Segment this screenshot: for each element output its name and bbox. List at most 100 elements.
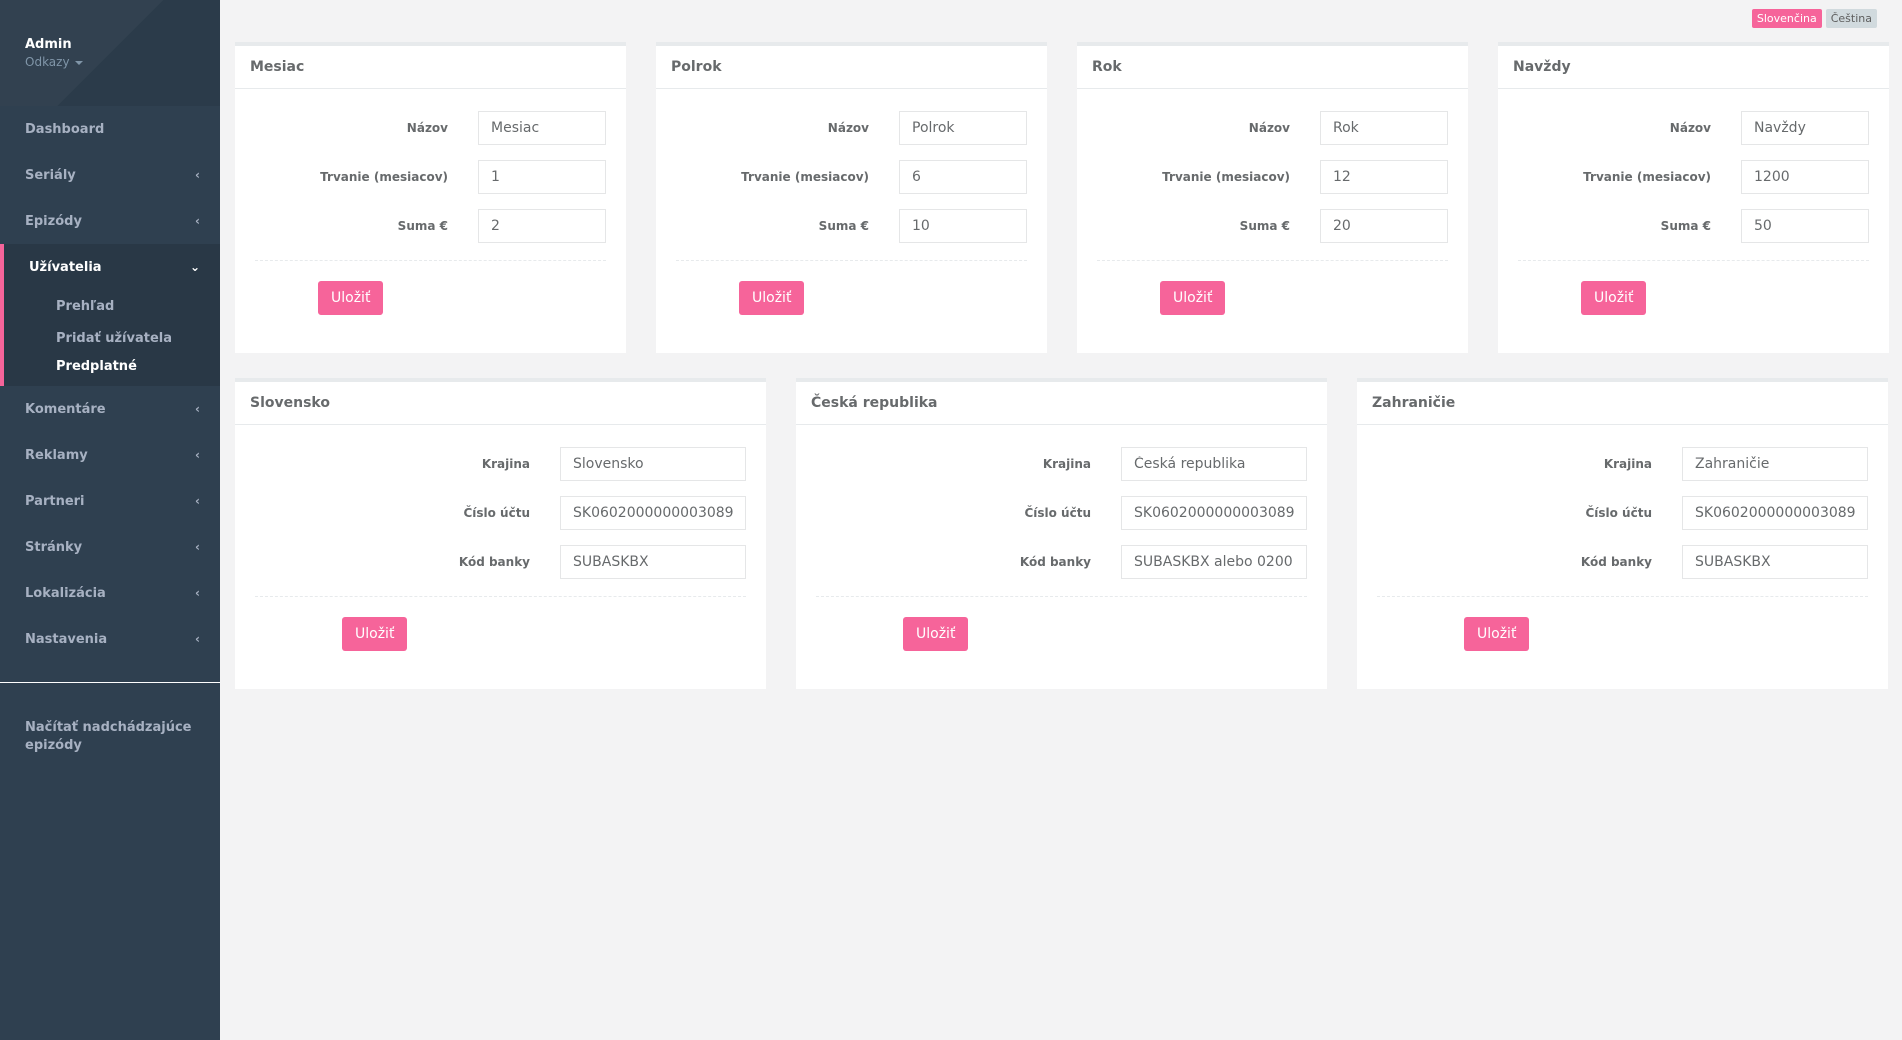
plan-amount-input[interactable] (1320, 208, 1448, 243)
caret-down-icon (74, 60, 83, 65)
bank-code-input[interactable] (1121, 544, 1307, 579)
plan-name-input[interactable] (899, 110, 1027, 145)
save-button[interactable]: Uložiť (1581, 281, 1647, 315)
card-title: Česká republika (796, 382, 1327, 425)
form-divider (1097, 260, 1448, 261)
bank-code-input[interactable] (560, 544, 746, 579)
sidebar-nav: Dashboard Seriály ‹ Epizódy ‹ Užívatelia ⌄ … (0, 106, 220, 662)
account-number-input[interactable] (1121, 495, 1307, 530)
bank-code-label: Kód banky (1019, 554, 1091, 569)
country-label: Krajina (481, 456, 530, 471)
bank-code-label: Kód banky (1580, 554, 1652, 569)
sidebar-subitem-subscriptions[interactable]: Predplatné (4, 354, 220, 386)
duration-label: Trvanie (mesiacov) (1583, 169, 1711, 184)
sidebar-item-label: Dashboard (25, 121, 105, 137)
plan-duration-input[interactable] (478, 159, 606, 194)
plan-amount-input[interactable] (478, 208, 606, 243)
amount-label: Suma € (397, 218, 448, 233)
plan-name-input[interactable] (1741, 110, 1869, 145)
country-label: Krajina (1042, 456, 1091, 471)
card-title: Navždy (1498, 46, 1889, 89)
sidebar-item-label: Lokalizácia (25, 585, 106, 601)
chevron-left-icon: ‹ (195, 448, 200, 462)
save-button[interactable]: Uložiť (1464, 617, 1530, 651)
card-title: Rok (1077, 46, 1468, 89)
name-label: Názov (406, 120, 448, 135)
card-title: Polrok (656, 46, 1047, 89)
country-card-abroad: Zahraničie Krajina Číslo účtu Kód banky … (1357, 378, 1888, 689)
duration-label: Trvanie (mesiacov) (1162, 169, 1290, 184)
card-title: Zahraničie (1357, 382, 1888, 425)
plan-amount-input[interactable] (1741, 208, 1869, 243)
plan-duration-input[interactable] (899, 159, 1027, 194)
sidebar-item-settings[interactable]: Nastavenia ‹ (0, 616, 220, 662)
profile-name: Admin (25, 37, 72, 52)
name-label: Názov (1248, 120, 1290, 135)
save-button[interactable]: Uložiť (342, 617, 408, 651)
sidebar-item-serials[interactable]: Seriály ‹ (0, 152, 220, 198)
name-label: Názov (1669, 120, 1711, 135)
lang-slovak-button[interactable]: Slovenčina (1751, 9, 1822, 28)
sidebar-item-dashboard[interactable]: Dashboard (0, 106, 220, 152)
sidebar-item-label: Nastavenia (25, 631, 108, 647)
sidebar-subitem-add-user[interactable]: Pridať užívatela (4, 322, 220, 354)
plan-duration-input[interactable] (1320, 159, 1448, 194)
plan-duration-input[interactable] (1741, 159, 1869, 194)
plan-name-input[interactable] (1320, 110, 1448, 145)
sidebar-item-label: Seriály (25, 167, 76, 183)
chevron-left-icon: ‹ (195, 540, 200, 554)
bank-code-label: Kód banky (458, 554, 530, 569)
plan-amount-input[interactable] (899, 208, 1027, 243)
save-button[interactable]: Uložiť (1160, 281, 1226, 315)
chevron-left-icon: ‹ (195, 168, 200, 182)
account-number-input[interactable] (560, 495, 746, 530)
sidebar-item-label: Stránky (25, 539, 83, 555)
form-divider (255, 596, 746, 597)
form-divider (816, 596, 1307, 597)
country-label: Krajina (1603, 456, 1652, 471)
profile-links-label: Odkazy (25, 55, 70, 69)
duration-label: Trvanie (mesiacov) (320, 169, 448, 184)
duration-label: Trvanie (mesiacov) (741, 169, 869, 184)
account-number-input[interactable] (1682, 495, 1868, 530)
chevron-left-icon: ‹ (195, 402, 200, 416)
sidebar-item-pages[interactable]: Stránky ‹ (0, 524, 220, 570)
save-button[interactable]: Uložiť (318, 281, 384, 315)
plan-card-month: Mesiac Názov Trvanie (mesiacov) Suma € U… (235, 42, 626, 353)
sidebar-item-partners[interactable]: Partneri ‹ (0, 478, 220, 524)
form-divider (676, 260, 1027, 261)
country-input[interactable] (1121, 446, 1307, 481)
form-divider (255, 260, 606, 261)
card-title: Mesiac (235, 46, 626, 89)
bank-code-input[interactable] (1682, 544, 1868, 579)
lang-czech-button[interactable]: Čeština (1825, 9, 1877, 28)
chevron-left-icon: ‹ (195, 632, 200, 646)
save-button[interactable]: Uložiť (739, 281, 805, 315)
sidebar-item-users[interactable]: Užívatelia ⌄ (4, 244, 220, 290)
sidebar-item-ads[interactable]: Reklamy ‹ (0, 432, 220, 478)
save-button[interactable]: Uložiť (903, 617, 969, 651)
plan-name-input[interactable] (478, 110, 606, 145)
country-input[interactable] (1682, 446, 1868, 481)
country-input[interactable] (560, 446, 746, 481)
sidebar-subitem-overview[interactable]: Prehľad (4, 290, 220, 322)
form-divider (1377, 596, 1868, 597)
account-label: Číslo účtu (1585, 505, 1652, 520)
sidebar-item-label: Komentáre (25, 401, 106, 417)
card-title: Slovensko (235, 382, 766, 425)
country-card-slovakia: Slovensko Krajina Číslo účtu Kód banky U… (235, 378, 766, 689)
load-upcoming-episodes-link[interactable]: Načítať nadchádzajúce epizódy (0, 683, 220, 755)
country-card-czech-republic: Česká republika Krajina Číslo účtu Kód b… (796, 378, 1327, 689)
sidebar-item-comments[interactable]: Komentáre ‹ (0, 386, 220, 432)
sidebar-item-label: Reklamy (25, 447, 88, 463)
sidebar-item-episodes[interactable]: Epizódy ‹ (0, 198, 220, 244)
form-divider (1518, 260, 1869, 261)
sidebar-item-localization[interactable]: Lokalizácia ‹ (0, 570, 220, 616)
account-label: Číslo účtu (463, 505, 530, 520)
profile-links-dropdown[interactable]: Odkazy (25, 55, 195, 69)
sidebar-item-label: Partneri (25, 493, 85, 509)
plan-card-year: Rok Názov Trvanie (mesiacov) Suma € Ulož… (1077, 42, 1468, 353)
language-switch: Slovenčina Čeština (1751, 9, 1877, 28)
plan-card-forever: Navždy Názov Trvanie (mesiacov) Suma € U… (1498, 42, 1889, 353)
name-label: Názov (827, 120, 869, 135)
